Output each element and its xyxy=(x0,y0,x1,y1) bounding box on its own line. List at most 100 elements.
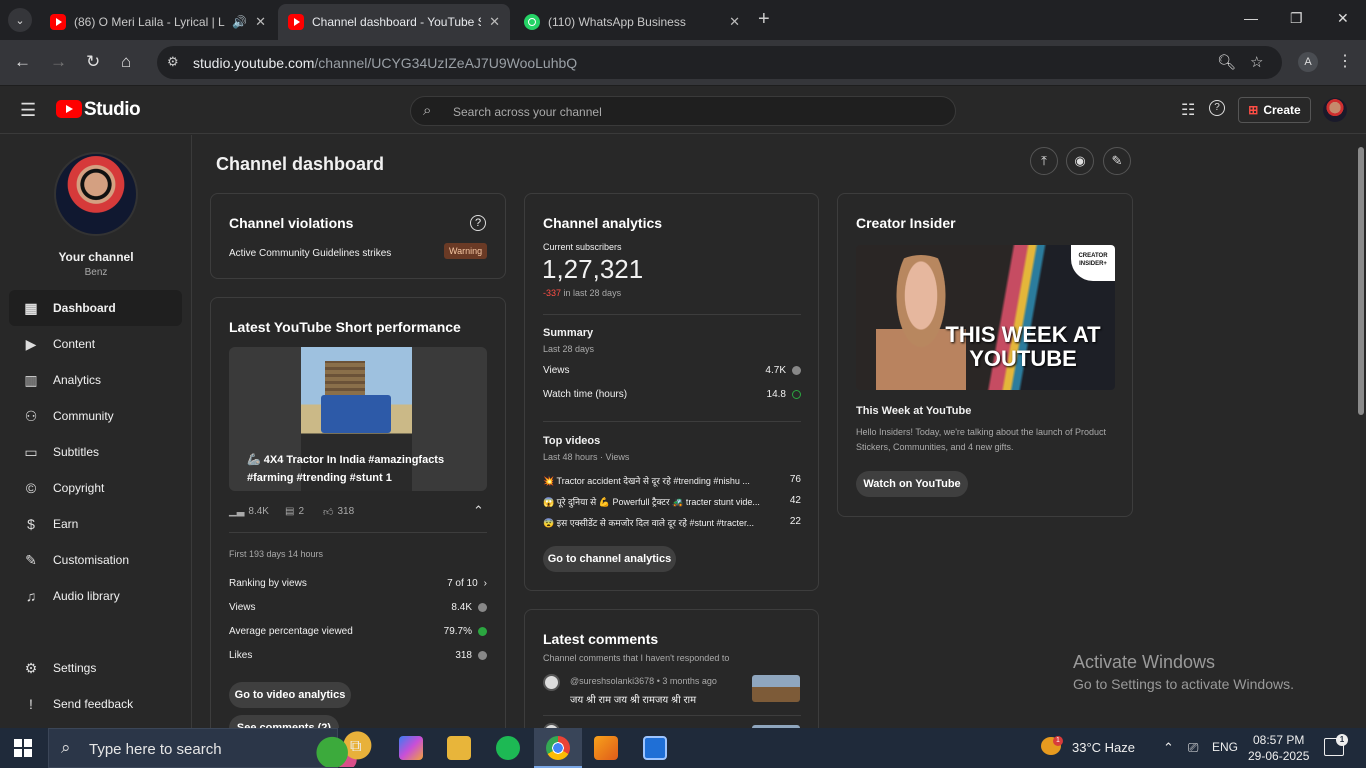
close-window-icon[interactable]: ✕ xyxy=(1337,10,1349,27)
channel-search-input[interactable]: ⌕ Search across your channel xyxy=(410,96,956,126)
page-scrollbar[interactable] xyxy=(1356,135,1366,728)
sidebar-item-subtitles[interactable]: ▭ Subtitles xyxy=(9,434,182,470)
url-text[interactable]: studio.youtube.com/channel/UCYG34UzIZeAJ… xyxy=(193,55,577,71)
upload-icon[interactable]: ⤒ xyxy=(1030,147,1058,175)
top-video-row[interactable]: 😨 इस एक्सीडेंट से कमजोर दिल वाले दूर रहे… xyxy=(543,516,801,529)
comment-author[interactable]: @sureshsolanki3678 xyxy=(570,676,654,686)
short-caption-line2: #farming #trending #stunt 1 xyxy=(247,472,392,484)
minimize-icon[interactable]: — xyxy=(1244,10,1258,26)
browser-tab-3[interactable]: (110) WhatsApp Business ✕ xyxy=(514,4,750,40)
sidebar-item-audio-library[interactable]: ♫ Audio library xyxy=(9,578,182,614)
short-thumbnail[interactable]: 🦾 4X4 Tractor In India #amazingfacts #fa… xyxy=(229,347,487,491)
create-button[interactable]: ⊞ Create xyxy=(1238,97,1311,123)
account-avatar[interactable] xyxy=(1323,98,1347,122)
notifications-list-icon[interactable]: ☷ xyxy=(1181,100,1195,120)
forward-icon[interactable]: → xyxy=(50,52,67,72)
weather-text[interactable]: 33°C Haze xyxy=(1072,740,1135,755)
insider-video-title[interactable]: This Week at YouTube xyxy=(856,405,971,417)
top-video-row[interactable]: 💥 Tractor accident देखने से दूर रहे #tre… xyxy=(543,474,801,487)
short-caption-line1: 🦾 4X4 Tractor In India #amazingfacts xyxy=(247,454,445,466)
comment-video-thumbnail[interactable] xyxy=(752,675,800,702)
top-video-row[interactable]: 😱 पूरे दुनिया से 💪 Powerfull ट्रैक्टर 🚜 … xyxy=(543,495,801,508)
stat-avg-viewed: Average percentage viewed 79.7% xyxy=(229,626,487,637)
sidebar-item-analytics[interactable]: ▥ Analytics xyxy=(9,362,182,398)
search-icon: ⌕ xyxy=(61,738,71,757)
close-tab-icon[interactable]: ✕ xyxy=(489,14,500,30)
latest-comments-card: Latest comments Channel comments that I … xyxy=(524,609,819,728)
go-to-video-analytics-button[interactable]: Go to video analytics xyxy=(229,682,351,708)
content-icon: ▶ xyxy=(25,335,37,352)
reload-icon[interactable]: ↻ xyxy=(86,52,100,72)
sidebar-item-copyright[interactable]: © Copyright xyxy=(9,470,182,506)
youtube-logo-icon[interactable] xyxy=(56,100,82,118)
top-video-title: 😱 पूरे दुनिया से 💪 Powerfull ट्रैक्टर 🚜 … xyxy=(543,497,760,507)
taskbar-search-box[interactable]: ⌕ Type here to search xyxy=(48,728,379,768)
weather-alert-badge: 1 xyxy=(1053,736,1063,746)
studio-logo-text[interactable]: Studio xyxy=(84,99,141,121)
back-icon[interactable]: ← xyxy=(14,52,31,72)
help-icon[interactable]: ? xyxy=(470,215,486,231)
home-icon[interactable]: ⌂ xyxy=(121,52,131,72)
sidebar-item-settings[interactable]: ⚙ Settings xyxy=(9,650,182,686)
scrollbar-thumb[interactable] xyxy=(1358,147,1364,415)
close-tab-icon[interactable]: ✕ xyxy=(255,14,266,30)
address-bar[interactable]: ⚙ studio.youtube.com/channel/UCYG34UzIZe… xyxy=(157,46,1282,79)
menu-icon[interactable]: ☰ xyxy=(20,100,36,121)
site-info-icon[interactable]: ⚙ xyxy=(167,54,179,70)
file-explorer-icon[interactable] xyxy=(447,736,471,760)
new-tab-icon[interactable]: + xyxy=(758,8,770,31)
sidebar-item-label: Settings xyxy=(53,661,97,675)
browser-tab-1[interactable]: (86) O Meri Laila - Lyrical | L 🔊 ✕ xyxy=(40,4,276,40)
clock-date: 29-06-2025 xyxy=(1248,749,1310,763)
watch-on-youtube-button[interactable]: Watch on YouTube xyxy=(856,471,968,497)
restore-icon[interactable]: ❐ xyxy=(1290,10,1303,27)
show-hidden-icons-chevron-icon[interactable]: ⌃ xyxy=(1163,740,1174,756)
windows-start-icon[interactable] xyxy=(14,739,32,757)
browser-profile-avatar[interactable]: A xyxy=(1298,52,1318,72)
task-view-icon[interactable]: ⧉ xyxy=(350,738,361,756)
fl-studio-icon[interactable] xyxy=(594,736,618,760)
stat-ranking[interactable]: Ranking by views 7 of 10 › xyxy=(229,578,487,589)
short-card-title: Latest YouTube Short performance xyxy=(229,319,461,335)
help-icon[interactable]: ? xyxy=(1209,100,1225,116)
meet-now-icon[interactable]: ⎚ xyxy=(1188,740,1198,756)
tab-title: (86) O Meri Laila - Lyrical | L xyxy=(74,15,225,29)
sidebar-item-dashboard[interactable]: ▦ Dashboard xyxy=(9,290,182,326)
short-likes-value: 318 xyxy=(337,506,355,517)
channel-name: Benz xyxy=(84,267,108,278)
see-comments-button[interactable]: See comments (2) xyxy=(229,715,339,728)
sidebar-item-content[interactable]: ▶ Content xyxy=(9,326,182,362)
close-tab-icon[interactable]: ✕ xyxy=(729,14,740,30)
create-post-icon[interactable]: ✎ xyxy=(1103,147,1131,175)
browser-tab-2[interactable]: Channel dashboard - YouTube S ✕ xyxy=(278,4,510,40)
channel-avatar[interactable] xyxy=(54,152,138,236)
go-live-icon[interactable]: ◉ xyxy=(1066,147,1094,175)
spotify-icon[interactable] xyxy=(496,736,520,760)
commenter-avatar[interactable] xyxy=(543,674,560,691)
subscribers-change: -337 in last 28 days xyxy=(543,288,621,298)
go-to-channel-analytics-button[interactable]: Go to channel analytics xyxy=(543,546,676,572)
language-indicator[interactable]: ENG xyxy=(1212,740,1238,754)
chrome-icon[interactable] xyxy=(546,736,570,760)
sidebar-item-send-feedback[interactable]: ! Send feedback xyxy=(9,686,182,722)
speaker-icon[interactable]: 🔊 xyxy=(232,15,247,29)
collapse-chevron-icon[interactable]: ⌃ xyxy=(473,503,484,519)
taskbar-clock[interactable]: 08:57 PM 29-06-2025 xyxy=(1248,732,1309,764)
warning-badge: Warning xyxy=(444,243,488,259)
insider-thumbnail[interactable]: THIS WEEK AT YOUTUBE CREATOR INSIDER+ xyxy=(856,245,1115,390)
tab-search-button[interactable]: ⌄ xyxy=(8,8,32,32)
browser-menu-icon[interactable]: ⋮ xyxy=(1337,51,1353,71)
up-indicator-icon xyxy=(478,626,487,636)
sidebar-item-earn[interactable]: $ Earn xyxy=(9,506,182,542)
subtitles-icon: ▭ xyxy=(24,443,38,460)
copilot-icon[interactable] xyxy=(399,736,423,760)
like-icon: 👍︎ xyxy=(323,507,334,518)
divider xyxy=(543,715,801,716)
divider xyxy=(229,532,487,533)
app-sync-icon[interactable] xyxy=(643,736,667,760)
sidebar-item-customisation[interactable]: ✎ Customisation xyxy=(9,542,182,578)
summary-watch-time-row: Watch time (hours) 14.8 xyxy=(543,389,801,400)
bookmark-star-icon[interactable]: ☆ xyxy=(1250,53,1263,71)
zoom-icon[interactable]: 🔍︎ xyxy=(1217,53,1236,71)
sidebar-item-community[interactable]: ⚇ Community xyxy=(9,398,182,434)
